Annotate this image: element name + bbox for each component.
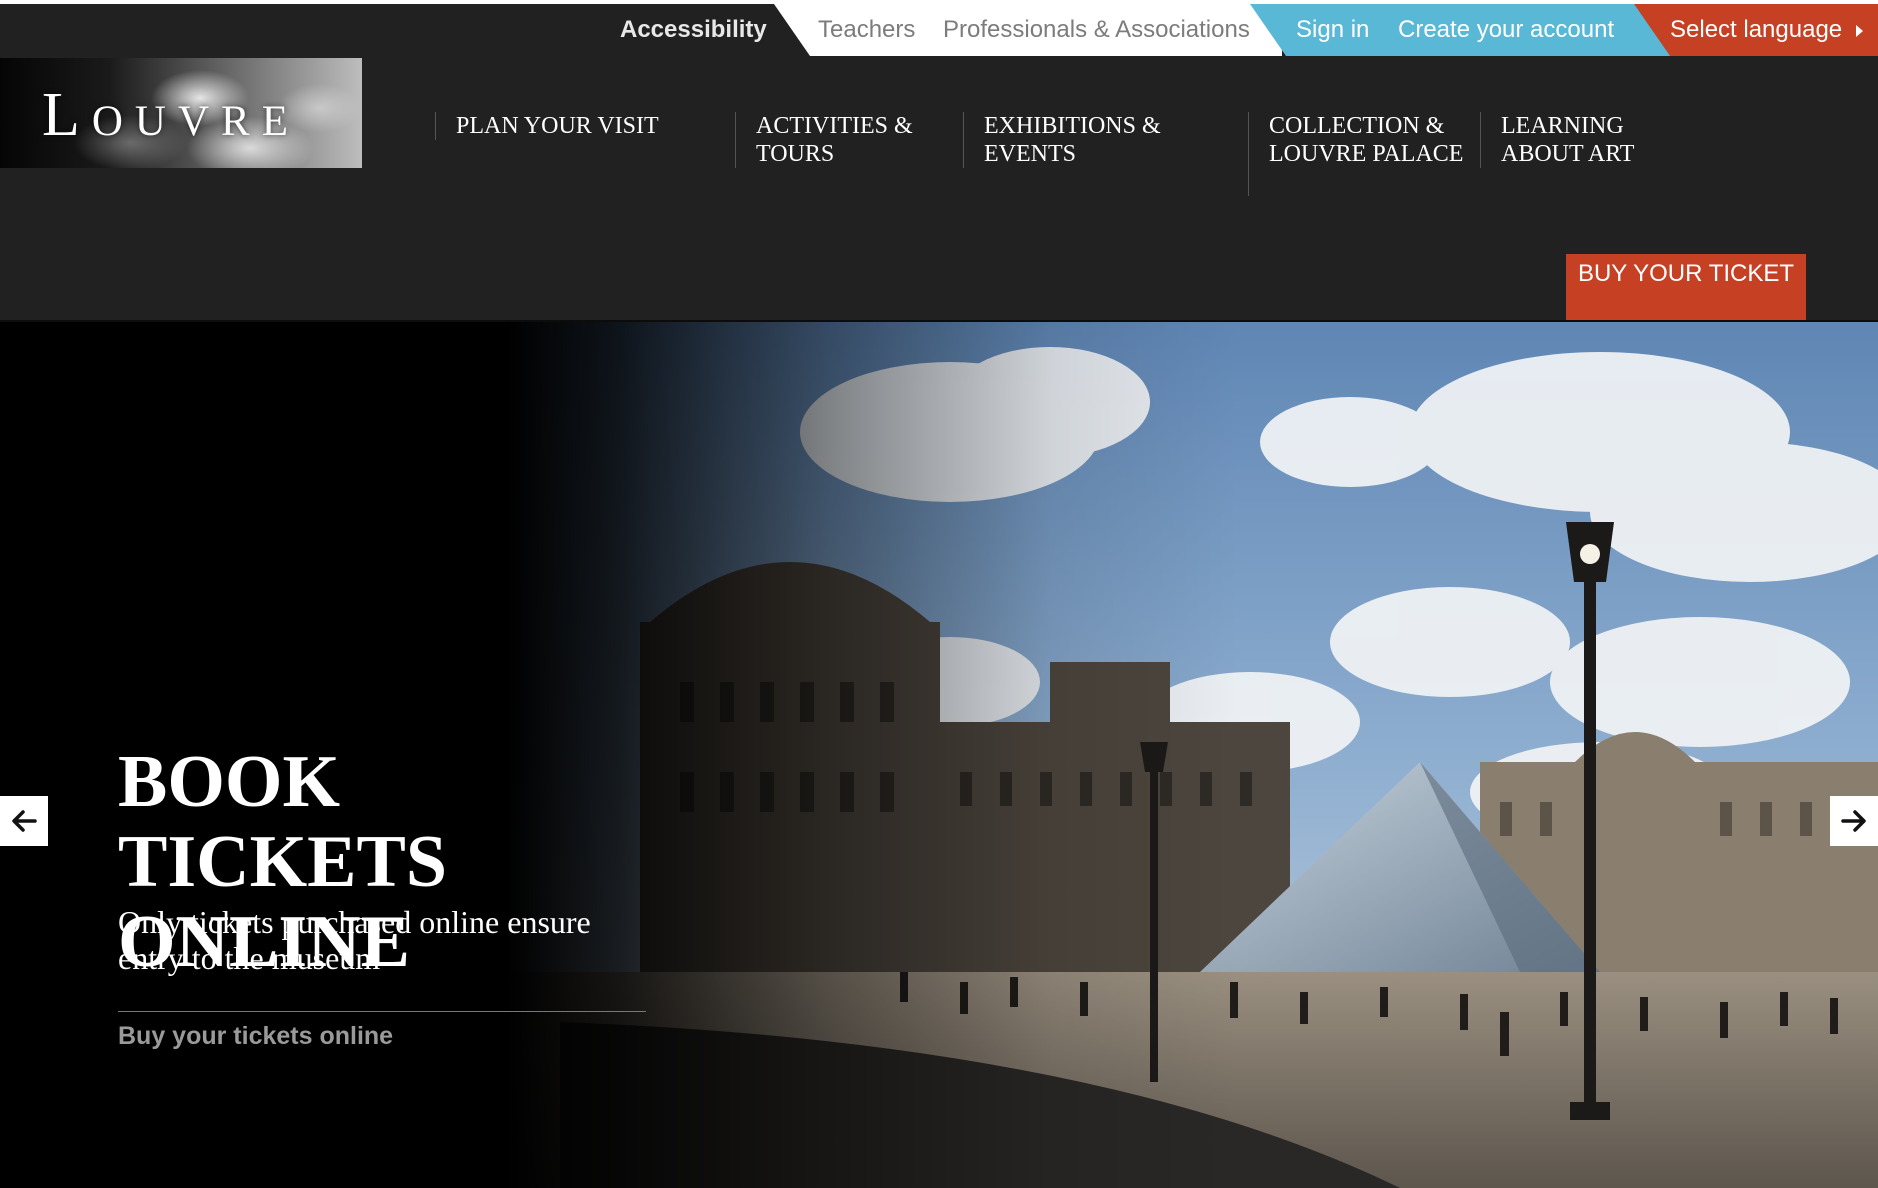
buy-tickets-online-link[interactable]: Buy your tickets online [118,1022,393,1051]
nav-item-plan-your-visit[interactable]: PLAN YOUR VISIT [435,112,705,140]
nav-item-exhibitions-events[interactable]: EXHIBITIONS & EVENTS [963,112,1193,168]
nav-item-learning-art[interactable]: LEARNING ABOUT ART [1480,112,1680,168]
buy-ticket-button[interactable]: BUY YOUR TICKET [1566,254,1806,320]
nav-item-collection-palace[interactable]: COLLECTION & LOUVRE PALACE [1248,112,1473,196]
create-account-link[interactable]: Create your account [1398,4,1614,56]
carousel-next-button[interactable] [1830,796,1878,846]
hero-banner: BOOK TICKETS ONLINE Only tickets purchas… [0,322,1878,1188]
caret-right-icon [1856,25,1863,37]
teachers-link[interactable]: Teachers [818,4,915,56]
logo-text: Louvre [42,81,300,149]
hero-subtitle: Only tickets purchased online ensure ent… [118,904,591,976]
carousel-prev-button[interactable] [0,796,48,846]
hero-divider [118,1011,646,1012]
professionals-link[interactable]: Professionals & Associations [943,4,1250,56]
accessibility-link[interactable]: Accessibility [620,4,767,56]
sign-in-link[interactable]: Sign in [1296,4,1369,56]
arrow-right-icon [1841,810,1866,832]
top-utility-bar: Accessibility Teachers Professionals & A… [0,0,1878,56]
select-language-button[interactable]: Select language [1670,4,1842,56]
louvre-logo[interactable]: Louvre [0,58,362,168]
arrow-left-icon [12,810,37,832]
nav-item-activities-tours[interactable]: ACTIVITIES & TOURS [735,112,945,168]
